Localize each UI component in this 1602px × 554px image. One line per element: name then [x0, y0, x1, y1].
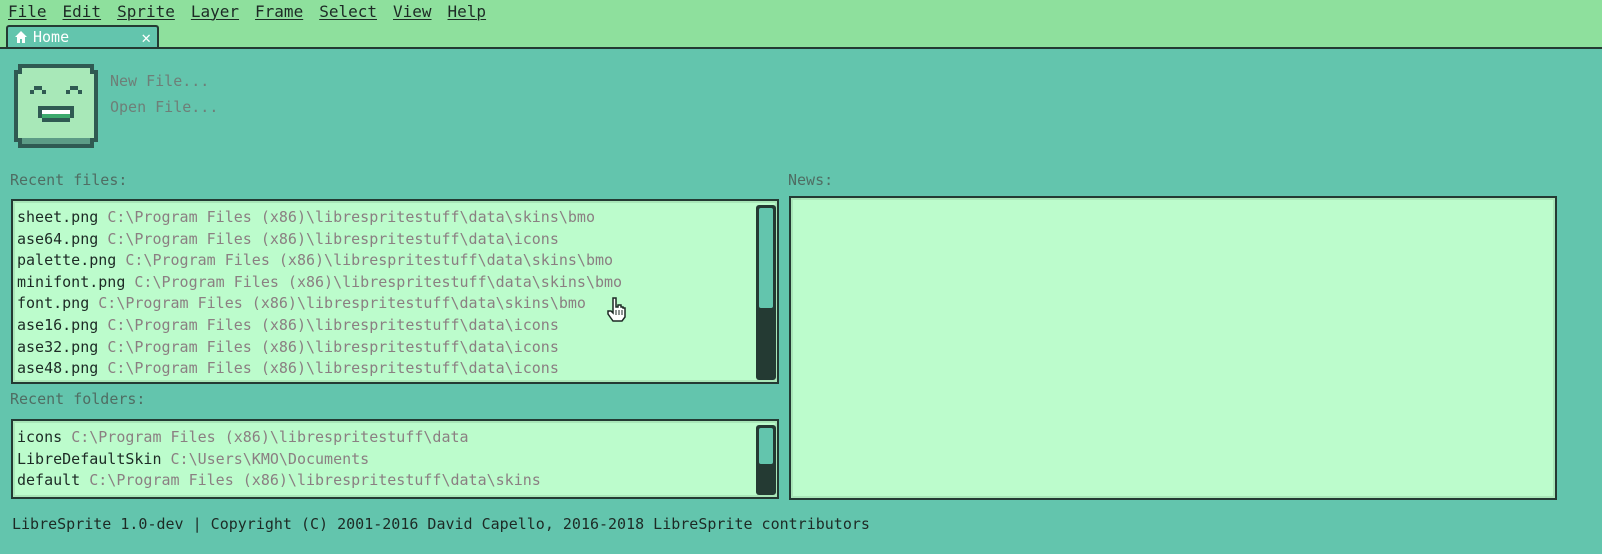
libresprite-logo: [14, 64, 98, 148]
file-name: ase64.png: [17, 229, 99, 248]
open-file-link[interactable]: Open File...: [110, 94, 218, 120]
folder-path: C:\Users\KMO\Documents: [170, 449, 370, 468]
recent-files-scrollbar[interactable]: [756, 205, 776, 380]
recent-files-panel: sheet.png C:\Program Files (x86)\libresp…: [11, 199, 779, 384]
scrollbar-thumb[interactable]: [759, 208, 773, 308]
menu-file[interactable]: File: [0, 1, 55, 23]
recent-folders-label: Recent folders:: [10, 390, 146, 408]
recent-folders-list: icons C:\Program Files (x86)\libresprite…: [17, 427, 541, 492]
recent-files-label: Recent files:: [10, 171, 128, 189]
recent-file-row[interactable]: ase32.png C:\Program Files (x86)\libresp…: [17, 337, 622, 359]
recent-folders-scrollbar[interactable]: [756, 425, 776, 495]
recent-file-row[interactable]: sheet.png C:\Program Files (x86)\libresp…: [17, 207, 622, 229]
recent-file-row[interactable]: ase16.png C:\Program Files (x86)\libresp…: [17, 315, 622, 337]
menu-layer[interactable]: Layer: [183, 1, 247, 23]
menu-help[interactable]: Help: [440, 1, 495, 23]
recent-file-row[interactable]: font.png C:\Program Files (x86)\librespr…: [17, 293, 622, 315]
file-path: C:\Program Files (x86)\librespritestuff\…: [107, 229, 559, 248]
tab-home[interactable]: Home ✕: [6, 25, 159, 47]
folder-name: LibreDefaultSkin: [17, 449, 162, 468]
file-path: C:\Program Files (x86)\librespritestuff\…: [107, 208, 595, 226]
file-name: minifont.png: [17, 272, 126, 291]
file-name: ase32.png: [17, 337, 99, 356]
folder-name: icons: [17, 428, 63, 446]
recent-file-row[interactable]: palette.png C:\Program Files (x86)\libre…: [17, 250, 622, 272]
file-path: C:\Program Files (x86)\librespritestuff\…: [125, 251, 614, 270]
menu-sprite[interactable]: Sprite: [109, 1, 183, 23]
status-bar: LibreSprite 1.0-dev | Copyright (C) 2001…: [12, 515, 870, 533]
menu-view[interactable]: View: [385, 1, 440, 23]
file-name: ase16.png: [17, 315, 99, 334]
folder-path: C:\Program Files (x86)\librespritestuff\…: [89, 471, 541, 490]
recent-folder-row[interactable]: icons C:\Program Files (x86)\libresprite…: [17, 427, 541, 449]
recent-files-list: sheet.png C:\Program Files (x86)\libresp…: [17, 207, 622, 380]
recent-folders-panel: icons C:\Program Files (x86)\libresprite…: [11, 419, 779, 499]
file-name: sheet.png: [17, 208, 99, 226]
menu-bar: File Edit Sprite Layer Frame Select View…: [0, 0, 1602, 23]
menu-frame[interactable]: Frame: [247, 1, 311, 23]
close-icon[interactable]: ✕: [141, 28, 151, 47]
file-path: C:\Program Files (x86)\librespritestuff\…: [134, 272, 623, 291]
file-path: C:\Program Files (x86)\librespritestuff\…: [107, 315, 559, 334]
folder-name: default: [17, 471, 81, 490]
recent-folder-row[interactable]: LibreDefaultSkin C:\Users\KMO\Documents: [17, 449, 541, 471]
file-path: C:\Program Files (x86)\librespritestuff\…: [98, 294, 586, 313]
file-path: C:\Program Files (x86)\librespritestuff\…: [107, 337, 559, 356]
file-name: ase48.png: [17, 359, 99, 378]
menu-edit[interactable]: Edit: [55, 1, 110, 23]
home-icon: [15, 31, 27, 43]
news-label: News:: [788, 171, 834, 189]
tab-strip: Home ✕: [0, 23, 1602, 49]
recent-file-row[interactable]: ase48.png C:\Program Files (x86)\libresp…: [17, 358, 622, 380]
new-file-link[interactable]: New File...: [110, 68, 218, 94]
hand-cursor-icon: [607, 297, 626, 322]
recent-folder-row[interactable]: default C:\Program Files (x86)\librespri…: [17, 470, 541, 492]
recent-file-row[interactable]: ase64.png C:\Program Files (x86)\libresp…: [17, 229, 622, 251]
home-actions: New File... Open File...: [110, 68, 218, 120]
file-path: C:\Program Files (x86)\librespritestuff\…: [107, 359, 559, 378]
news-panel: [789, 196, 1557, 500]
menu-select[interactable]: Select: [311, 1, 385, 23]
file-name: font.png: [17, 294, 90, 313]
file-name: palette.png: [17, 251, 117, 270]
tab-home-label: Home: [33, 28, 70, 46]
scrollbar-thumb[interactable]: [759, 428, 773, 464]
folder-path: C:\Program Files (x86)\librespritestuff\…: [71, 428, 469, 446]
recent-file-row[interactable]: minifont.png C:\Program Files (x86)\libr…: [17, 272, 622, 294]
